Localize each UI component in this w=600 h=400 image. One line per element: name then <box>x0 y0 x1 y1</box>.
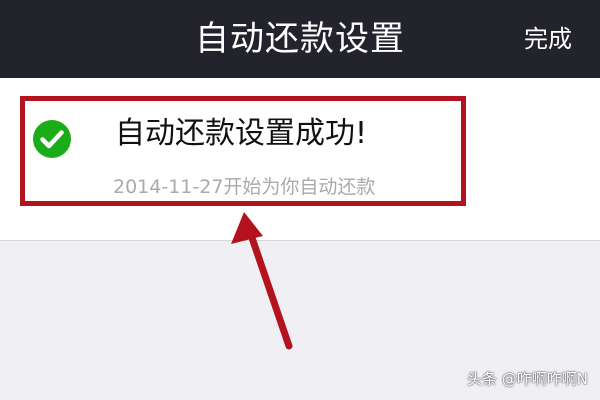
done-button[interactable]: 完成 <box>524 0 572 78</box>
success-message: 自动还款设置成功! <box>115 116 368 151</box>
check-circle-icon <box>33 120 71 158</box>
navigation-bar: 自动还款设置 完成 <box>0 0 600 78</box>
start-date-note: 2014-11-27开始为你自动还款 <box>113 176 376 198</box>
page-title: 自动还款设置 <box>195 19 405 59</box>
success-card <box>0 78 600 241</box>
watermark: 头条 @咋啊咋啊N <box>467 370 588 388</box>
